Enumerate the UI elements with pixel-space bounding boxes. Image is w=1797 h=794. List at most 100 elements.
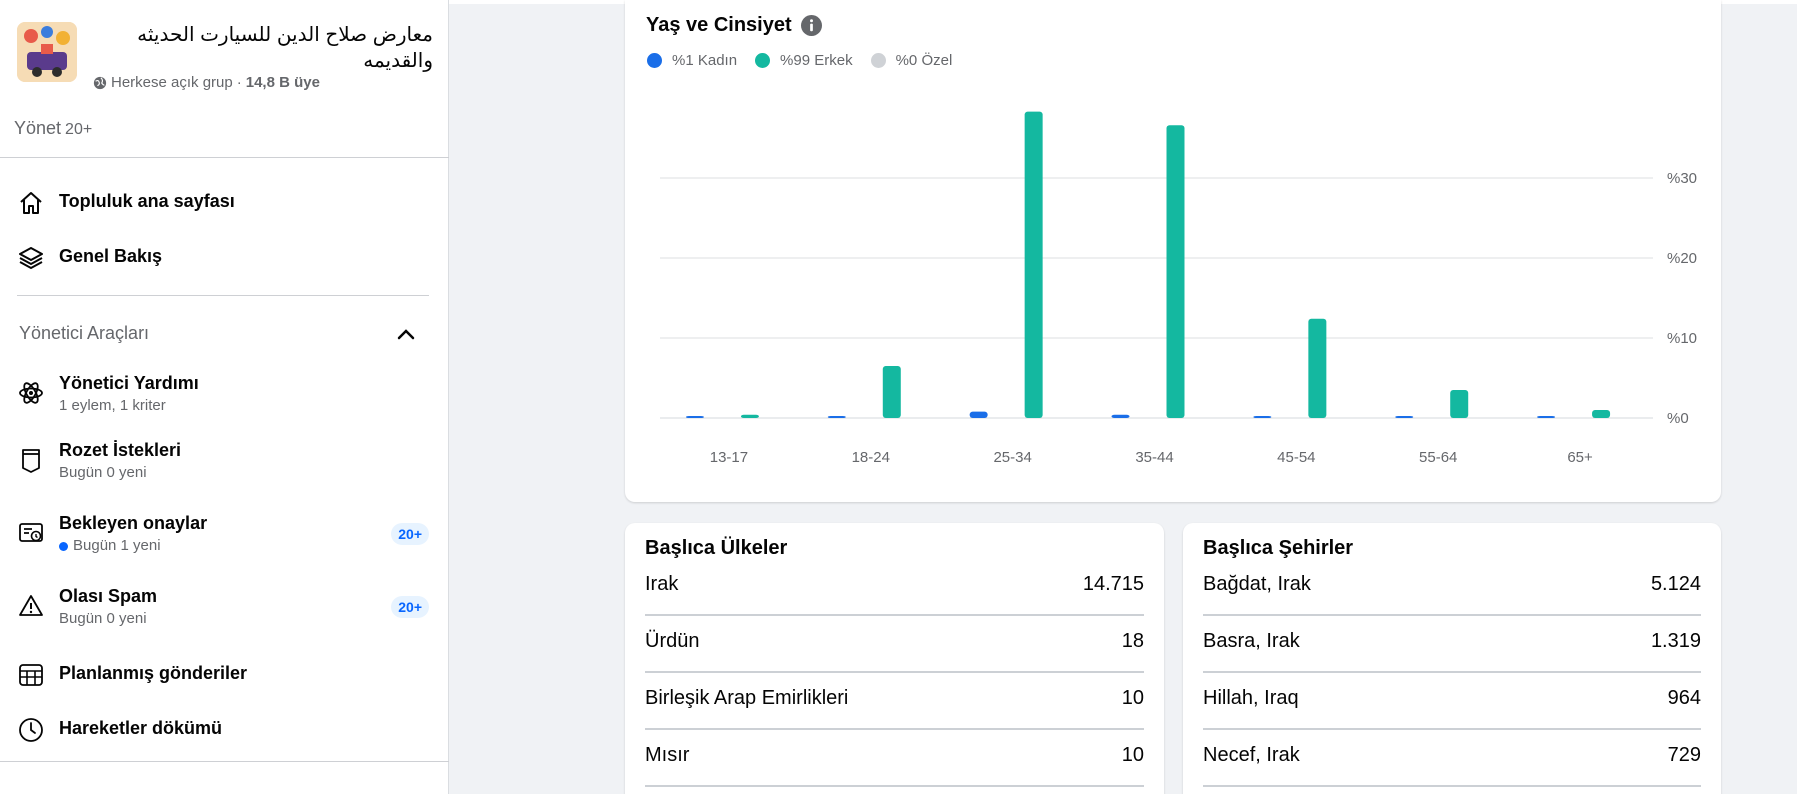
country-value: 18 [1121, 630, 1144, 652]
divider [17, 295, 429, 296]
list-item: Ürdün 18 [645, 616, 1144, 673]
country-name: Ürdün [645, 630, 700, 652]
nav-activity-log[interactable]: Hareketler dökümü [17, 716, 429, 744]
admin-tools-title: Yönetici Araçları [19, 323, 150, 343]
bar-male [1592, 410, 1611, 418]
country-value: 10 [1121, 687, 1144, 709]
group-header: معارض صلاح الدين للسيارت الحديثه والقديم… [17, 22, 433, 92]
country-value: 14.715 [1082, 573, 1144, 595]
city-name: Hillah, Iraq [1203, 687, 1299, 709]
y-tick-label: %0 [1667, 410, 1689, 427]
city-value: 1.319 [1650, 630, 1701, 652]
bar-female [685, 416, 704, 418]
nav-pending-approvals-sub-row: Bugün 1 yeni [59, 535, 207, 557]
bar-male [1308, 318, 1327, 418]
nav-scheduled-posts[interactable]: Planlanmış gönderiler [17, 661, 429, 689]
bar-male [882, 366, 901, 418]
bar-male [1450, 390, 1469, 418]
bar-female [1537, 416, 1556, 418]
nav-community-home[interactable]: Topluluk ana sayfası [17, 189, 429, 217]
list-item: Birleşik Arap Emirlikleri 10 [645, 673, 1144, 730]
nav-overview-label: Genel Bakış [59, 246, 163, 266]
y-tick-label: %20 [1667, 250, 1697, 267]
city-name: Basra, Irak [1203, 630, 1300, 652]
chevron-up-icon[interactable] [394, 323, 418, 347]
manage-label: Yönet [14, 118, 62, 138]
badge-icon [22, 449, 40, 473]
bar-male [740, 414, 759, 418]
y-tick-label: %30 [1667, 170, 1697, 187]
sidebar: معارض صلاح الدين للسيارت الحديثه والقديم… [0, 0, 449, 794]
age-gender-card: Yaş ve Cinsiyet %1 Kadın %99 Erkek %0 Öz… [625, 0, 1721, 502]
x-tick-label: 35-44 [1135, 449, 1173, 466]
calendar-grid-icon [19, 664, 43, 686]
nav-admin-assist[interactable]: Yönetici Yardımı 1 eylem, 1 kriter [17, 371, 429, 417]
nav-badge-requests-sub: Bugün 0 yeni [59, 464, 147, 481]
home-icon [20, 192, 42, 214]
city-value: 5.124 [1650, 573, 1701, 595]
country-name: Birleşik Arap Emirlikleri [645, 687, 849, 709]
x-tick-label: 25-34 [993, 449, 1031, 466]
nav-pending-approvals[interactable]: Bekleyen onaylar Bugün 1 yeni 20+ [17, 511, 429, 557]
globe-icon [93, 76, 107, 89]
nav-potential-spam-title: Olası Spam [59, 586, 158, 606]
list-item: Irak 14.715 [645, 559, 1144, 616]
nav-activity-log-label: Hareketler dökümü [59, 718, 223, 738]
group-meta: Herkese açık grup · 14,8 B üye [93, 74, 320, 91]
city-name: Bağdat, Irak [1203, 573, 1311, 595]
x-tick-label: 13-17 [710, 449, 748, 466]
top-cities-title: Başlıca Şehirler [1203, 537, 1354, 559]
list-item: Basra, Irak 1.319 [1203, 616, 1701, 673]
pending-approvals-badge: 20+ [391, 523, 429, 545]
bar-female [969, 411, 988, 418]
top-cities-card: Başlıca Şehirler Bağdat, Irak 5.124 Basr… [1183, 523, 1721, 794]
bar-male [1166, 125, 1185, 418]
nav-badge-requests[interactable]: Rozet İstekleri Bugün 0 yeni [17, 438, 429, 484]
group-name[interactable]: معارض صلاح الدين للسيارت الحديثه والقديم… [93, 22, 433, 74]
city-name: Necef, Irak [1203, 744, 1300, 766]
warning-icon [19, 595, 43, 616]
nav-potential-spam[interactable]: Olası Spam Bugün 0 yeni 20+ [17, 584, 429, 630]
nav-admin-assist-sub: 1 eylem, 1 kriter [59, 397, 166, 414]
bar-female [1253, 416, 1272, 418]
bar-female [827, 416, 846, 418]
pending-approvals-icon [19, 523, 43, 542]
nav-pending-approvals-sub: Bugün 1 yeni [73, 537, 161, 554]
nav-overview[interactable]: Genel Bakış [17, 244, 429, 272]
manage-row[interactable]: Yönet 20+ [14, 118, 92, 139]
clock-icon [19, 718, 43, 742]
new-dot [59, 541, 68, 551]
potential-spam-badge: 20+ [391, 596, 429, 618]
nav-admin-assist-title: Yönetici Yardımı [59, 373, 199, 393]
nav-pending-approvals-title: Bekleyen onaylar [59, 513, 208, 533]
x-tick-label: 55-64 [1419, 449, 1457, 466]
country-name: Mısır [645, 744, 690, 766]
top-countries-card: Başlıca Ülkeler Irak 14.715 Ürdün 18 Bir… [625, 523, 1164, 794]
layers-icon [19, 247, 43, 270]
nav-scheduled-posts-label: Planlanmış gönderiler [59, 663, 248, 683]
group-avatar[interactable] [17, 22, 77, 82]
nav-potential-spam-sub: Bugün 0 yeni [59, 610, 147, 627]
x-tick-label: 45-54 [1277, 449, 1315, 466]
city-value: 729 [1667, 744, 1701, 766]
country-name: Irak [645, 573, 679, 595]
divider [0, 761, 449, 762]
y-tick-label: %10 [1667, 330, 1697, 347]
list-item: Necef, Irak 729 [1203, 730, 1701, 787]
manage-count: 20+ [65, 121, 93, 138]
meta-separator: · [236, 74, 242, 91]
list-item: Hillah, Iraq 964 [1203, 673, 1701, 730]
nav-badge-requests-title: Rozet İstekleri [59, 440, 182, 460]
atom-icon [19, 382, 43, 404]
country-value: 10 [1121, 744, 1144, 766]
group-privacy: Herkese açık grup [111, 74, 233, 91]
divider [0, 157, 449, 158]
nav-community-home-label: Topluluk ana sayfası [59, 191, 235, 211]
list-item: Mısır 10 [645, 730, 1144, 787]
group-members[interactable]: 14,8 B üye [246, 74, 320, 91]
top-countries-title: Başlıca Ülkeler [645, 537, 788, 559]
bar-female [1111, 414, 1130, 418]
bar-chart: %0 %10 %20 %30 13-17 18-24 25-34 35-44 45-54 55-6… [660, 111, 1697, 466]
x-tick-label: 18-24 [852, 449, 890, 466]
city-value: 964 [1667, 687, 1701, 709]
